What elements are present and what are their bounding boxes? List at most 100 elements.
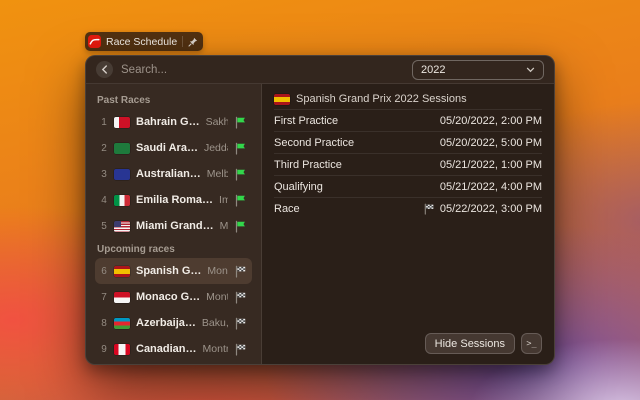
toolbar: 2022 [86, 56, 554, 84]
session-datetime: 05/22/2022, 3:00 PM [423, 203, 542, 215]
checkered-flag-icon [234, 265, 247, 278]
section-header: Past Races [97, 95, 250, 106]
spain-flag-icon [114, 266, 130, 277]
session-datetime-text: 05/21/2022, 1:00 PM [440, 159, 542, 171]
green-flag-icon [234, 168, 247, 181]
canada-flag-icon [114, 344, 130, 355]
race-schedule-window: 2022 Past Races 1 Bahrain G… Sakhir, Bahr… 2… [85, 55, 555, 365]
saudi-arabia-flag-icon [114, 143, 130, 154]
session-datetime-text: 05/20/2022, 5:00 PM [440, 137, 542, 149]
race-name: Saudi Ara… [136, 142, 198, 154]
race-list-item[interactable]: 7 Monaco G… Monte-Carl… [95, 284, 252, 310]
green-flag-icon [234, 142, 247, 155]
race-number: 1 [100, 117, 108, 128]
year-dropdown[interactable]: 2022 [412, 60, 544, 80]
race-name: Australian… [136, 168, 201, 180]
race-number: 8 [100, 318, 108, 329]
session-label: Qualifying [274, 181, 323, 193]
race-name: Azerbaija… [136, 317, 196, 329]
race-location: Miami, USA [220, 220, 228, 232]
race-list-item[interactable]: 4 Emilia Roma… Imola, Italy [95, 187, 252, 213]
session-label: Second Practice [274, 137, 354, 149]
session-row[interactable]: First Practice 05/20/2022, 2:00 PM [274, 109, 542, 131]
session-label: Third Practice [274, 159, 342, 171]
race-location: Sakhir, Bahr… [206, 116, 228, 128]
session-label: First Practice [274, 115, 338, 127]
f1-app-icon [88, 35, 101, 48]
pin-icon[interactable] [188, 37, 198, 47]
session-row[interactable]: Second Practice 05/20/2022, 5:00 PM [274, 131, 542, 153]
race-list-item[interactable]: 5 Miami Grand… Miami, USA [95, 213, 252, 239]
usa-flag-icon [114, 221, 130, 232]
race-name: Emilia Roma… [136, 194, 213, 206]
race-location: Imola, Italy [219, 194, 228, 206]
race-number: 9 [100, 344, 108, 355]
monaco-flag-icon [114, 292, 130, 303]
desktop-background: { "menubar_pill": { "title": "Race Sched… [0, 0, 640, 400]
menubar-pill[interactable]: Race Schedule [85, 32, 203, 51]
window-body: Past Races 1 Bahrain G… Sakhir, Bahr… 2 Saudi… [86, 84, 554, 364]
sessions-panel-header: Spanish Grand Prix 2022 Sessions [274, 89, 542, 109]
checkered-flag-icon [234, 343, 247, 356]
green-flag-icon [234, 220, 247, 233]
spain-flag-icon [274, 94, 290, 105]
session-row[interactable]: Qualifying 05/21/2022, 4:00 PM [274, 175, 542, 197]
race-name: Canadian… [136, 343, 197, 355]
race-name: Miami Grand… [136, 220, 214, 232]
race-location: Melbourne,… [207, 168, 228, 180]
checkered-flag-icon [234, 291, 247, 304]
race-number: 5 [100, 221, 108, 232]
race-number: 3 [100, 169, 108, 180]
race-location: Montreal, C… [203, 343, 228, 355]
race-location: Baku, Azerb… [202, 317, 228, 329]
back-button[interactable] [96, 61, 113, 78]
bahrain-flag-icon [114, 117, 130, 128]
green-flag-icon [234, 116, 247, 129]
race-location: Jeddah, Sa… [204, 142, 228, 154]
section-header: Upcoming races [97, 244, 250, 255]
sessions-list: First Practice 05/20/2022, 2:00 PM Second … [274, 109, 542, 219]
race-number: 7 [100, 292, 108, 303]
menubar-pill-title: Race Schedule [106, 36, 177, 48]
session-datetime-text: 05/20/2022, 2:00 PM [440, 115, 542, 127]
green-flag-icon [234, 194, 247, 207]
session-datetime-text: 05/21/2022, 4:00 PM [440, 181, 542, 193]
race-location: Montmeló,… [207, 265, 228, 277]
race-number: 4 [100, 195, 108, 206]
pill-divider [182, 36, 183, 47]
race-number: 6 [100, 266, 108, 277]
race-list-item[interactable]: 3 Australian… Melbourne,… [95, 161, 252, 187]
race-name: Monaco G… [136, 291, 200, 303]
race-list-item[interactable]: 1 Bahrain G… Sakhir, Bahr… [95, 109, 252, 135]
hide-sessions-button[interactable]: Hide Sessions [425, 333, 515, 354]
session-datetime: 05/20/2022, 5:00 PM [440, 137, 542, 149]
azerbaijan-flag-icon [114, 318, 130, 329]
year-dropdown-value: 2022 [421, 64, 445, 76]
session-label: Race [274, 203, 300, 215]
search-input[interactable] [121, 64, 404, 76]
race-list-item[interactable]: 9 Canadian… Montreal, C… [95, 336, 252, 362]
session-datetime: 05/20/2022, 2:00 PM [440, 115, 542, 127]
chevron-down-icon [526, 67, 535, 73]
terminal-shortcut-button[interactable]: >_ [521, 333, 542, 354]
checkered-flag-icon [234, 317, 247, 330]
session-row[interactable]: Race 05/22/2022, 3:00 PM [274, 197, 542, 219]
checkered-flag-icon [423, 203, 435, 215]
race-list: Past Races 1 Bahrain G… Sakhir, Bahr… 2 Saudi… [86, 84, 262, 364]
race-name: Spanish G… [136, 265, 201, 277]
italy-flag-icon [114, 195, 130, 206]
race-name: Bahrain G… [136, 116, 200, 128]
session-datetime: 05/21/2022, 1:00 PM [440, 159, 542, 171]
race-list-item[interactable]: 6 Spanish G… Montmeló,… [95, 258, 252, 284]
race-list-item[interactable]: 2 Saudi Ara… Jeddah, Sa… [95, 135, 252, 161]
sessions-panel-title: Spanish Grand Prix 2022 Sessions [296, 93, 467, 105]
sessions-footer: Hide Sessions >_ [274, 333, 542, 354]
race-number: 2 [100, 143, 108, 154]
race-location: Monte-Carl… [206, 291, 228, 303]
session-datetime: 05/21/2022, 4:00 PM [440, 181, 542, 193]
session-row[interactable]: Third Practice 05/21/2022, 1:00 PM [274, 153, 542, 175]
australia-flag-icon [114, 169, 130, 180]
session-datetime-text: 05/22/2022, 3:00 PM [440, 203, 542, 215]
sessions-panel: Spanish Grand Prix 2022 Sessions First P… [262, 84, 554, 364]
race-list-item[interactable]: 8 Azerbaija… Baku, Azerb… [95, 310, 252, 336]
